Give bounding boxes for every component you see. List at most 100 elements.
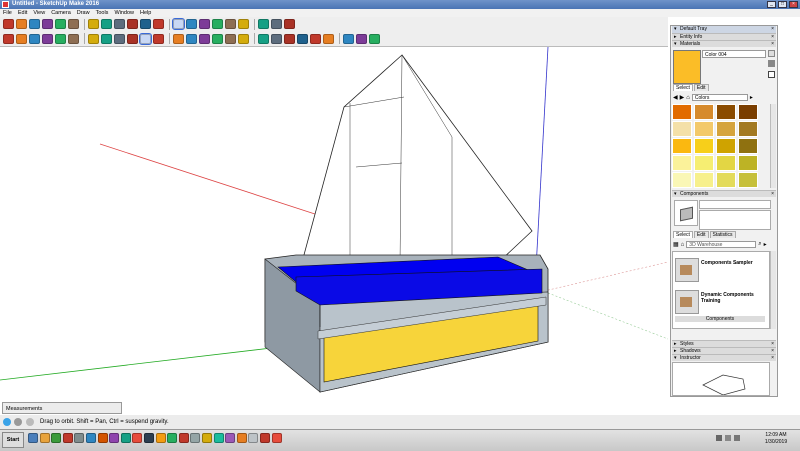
components-close-icon[interactable]: × [771,191,774,198]
rotate-icon[interactable] [101,33,112,44]
menu-file[interactable]: File [3,9,12,17]
color-swatch[interactable] [738,138,758,154]
help-icon[interactable] [26,418,34,426]
shadows-header[interactable]: Shadows× [672,347,776,355]
materials-header[interactable]: Materials × [672,40,776,48]
tab-materials-select[interactable]: Select [673,84,693,91]
model-scene[interactable] [0,47,668,402]
layout-icon[interactable] [258,19,269,29]
clock[interactable]: 12:09 AM 1/30/2019 [756,432,796,446]
dynamic-components-thumb-icon[interactable] [675,290,699,314]
dynamic-components-link[interactable]: Dynamic Components Training [701,292,769,304]
taskbar-app-icon[interactable] [109,433,120,443]
zoom-extents-icon[interactable] [199,33,210,44]
create-material-icon[interactable] [768,60,775,67]
taskbar-app-icon[interactable] [155,433,166,443]
menu-edit[interactable]: Edit [18,9,27,17]
color-swatch[interactable] [694,155,714,171]
warehouse-search-input[interactable]: 3D Warehouse [686,241,757,248]
shapes-icon[interactable] [55,33,66,44]
styles-icon[interactable] [238,33,249,44]
tab-components-edit[interactable]: Edit [693,231,709,238]
zoom-window-icon[interactable] [186,33,197,44]
forward-arrow-icon[interactable]: ▶ [680,94,685,101]
maximize-button[interactable]: □ [778,1,787,8]
eraser-icon[interactable] [16,33,27,44]
previous-icon[interactable] [212,33,223,44]
measurements-box[interactable]: Measurements [2,402,122,414]
eraser-icon[interactable] [16,19,27,29]
geo-location-icon[interactable] [3,418,11,426]
taskbar-app-icon[interactable] [74,433,85,443]
tape-icon[interactable] [140,19,151,29]
taskbar-app-icon[interactable] [271,433,282,443]
text-icon[interactable] [153,19,164,29]
details-arrow-icon[interactable]: ▸ [750,94,753,101]
taskbar-app-icon[interactable] [248,433,259,443]
menu-tools[interactable]: Tools [96,9,109,17]
taskbar-app-icon[interactable] [62,433,73,443]
taskbar-app-icon[interactable] [167,433,178,443]
3d-text-icon[interactable] [356,33,367,44]
library-dropdown[interactable]: Colors [691,94,748,101]
sail-face[interactable] [297,54,533,278]
instructor-close-icon[interactable]: × [771,355,774,362]
details-icon[interactable]: ▸ [764,241,767,248]
taskbar-app-icon[interactable] [213,433,224,443]
menu-view[interactable]: View [33,9,45,17]
color-swatch[interactable] [716,138,736,154]
color-swatch[interactable] [694,104,714,120]
rectangle-icon[interactable] [68,19,79,29]
zoom-icon[interactable] [173,33,184,44]
arc-icon[interactable] [55,19,66,29]
scale-icon[interactable] [114,33,125,44]
taskbar-app-icon[interactable] [144,433,154,443]
back-arrow-icon[interactable]: ◀ [673,94,678,101]
pan-icon[interactable] [153,33,164,44]
color-swatch[interactable] [672,104,692,120]
color-swatch[interactable] [716,172,736,188]
components-home-icon[interactable]: ⌂ [681,242,685,248]
taskbar-app-icon[interactable] [132,433,143,443]
color-swatch[interactable] [672,172,692,188]
zoom-icon[interactable] [199,19,210,29]
color-swatch[interactable] [694,172,714,188]
color-swatch[interactable] [716,104,736,120]
tray-title[interactable]: Default Tray × [672,26,776,33]
color-swatch[interactable] [672,121,692,137]
swatch-scrollbar[interactable] [770,104,776,188]
tray-close-icon[interactable]: × [771,26,774,33]
display-secondary-icon[interactable] [768,50,775,57]
taskbar-app-icon[interactable] [236,433,247,443]
menu-help[interactable]: Help [140,9,151,17]
paint-icon[interactable] [369,33,380,44]
taskbar-app-icon[interactable] [51,433,62,443]
credits-icon[interactable] [14,418,22,426]
component-description-field[interactable] [699,210,771,230]
color-swatch[interactable] [672,138,692,154]
color-swatch[interactable] [694,121,714,137]
color-swatch[interactable] [716,155,736,171]
home-icon[interactable]: ⌂ [686,95,690,101]
color-swatch[interactable] [738,104,758,120]
taskbar-app-icon[interactable] [190,433,201,443]
taskbar-app-icon[interactable] [225,433,236,443]
component-name-field[interactable] [699,200,771,209]
color-swatch[interactable] [738,121,758,137]
zoom-extents-icon[interactable] [212,19,223,29]
menu-camera[interactable]: Camera [51,9,71,17]
styles-header[interactable]: Styles× [672,340,776,348]
components-sampler-thumb-icon[interactable] [675,258,699,282]
taskbar-app-icon[interactable] [178,433,189,443]
entity-info-header[interactable]: Entity Info× [672,33,776,41]
start-button[interactable]: Start [2,432,24,448]
network-icon[interactable] [716,435,722,441]
styles-icon[interactable] [271,19,282,29]
look-around-icon[interactable] [297,33,308,44]
camera-icon[interactable] [258,33,269,44]
close-button[interactable]: × [789,1,798,8]
offset-icon[interactable] [127,33,138,44]
push-pull-icon[interactable] [88,19,99,29]
modeling-viewport[interactable] [0,47,668,402]
power-icon[interactable] [734,435,740,441]
